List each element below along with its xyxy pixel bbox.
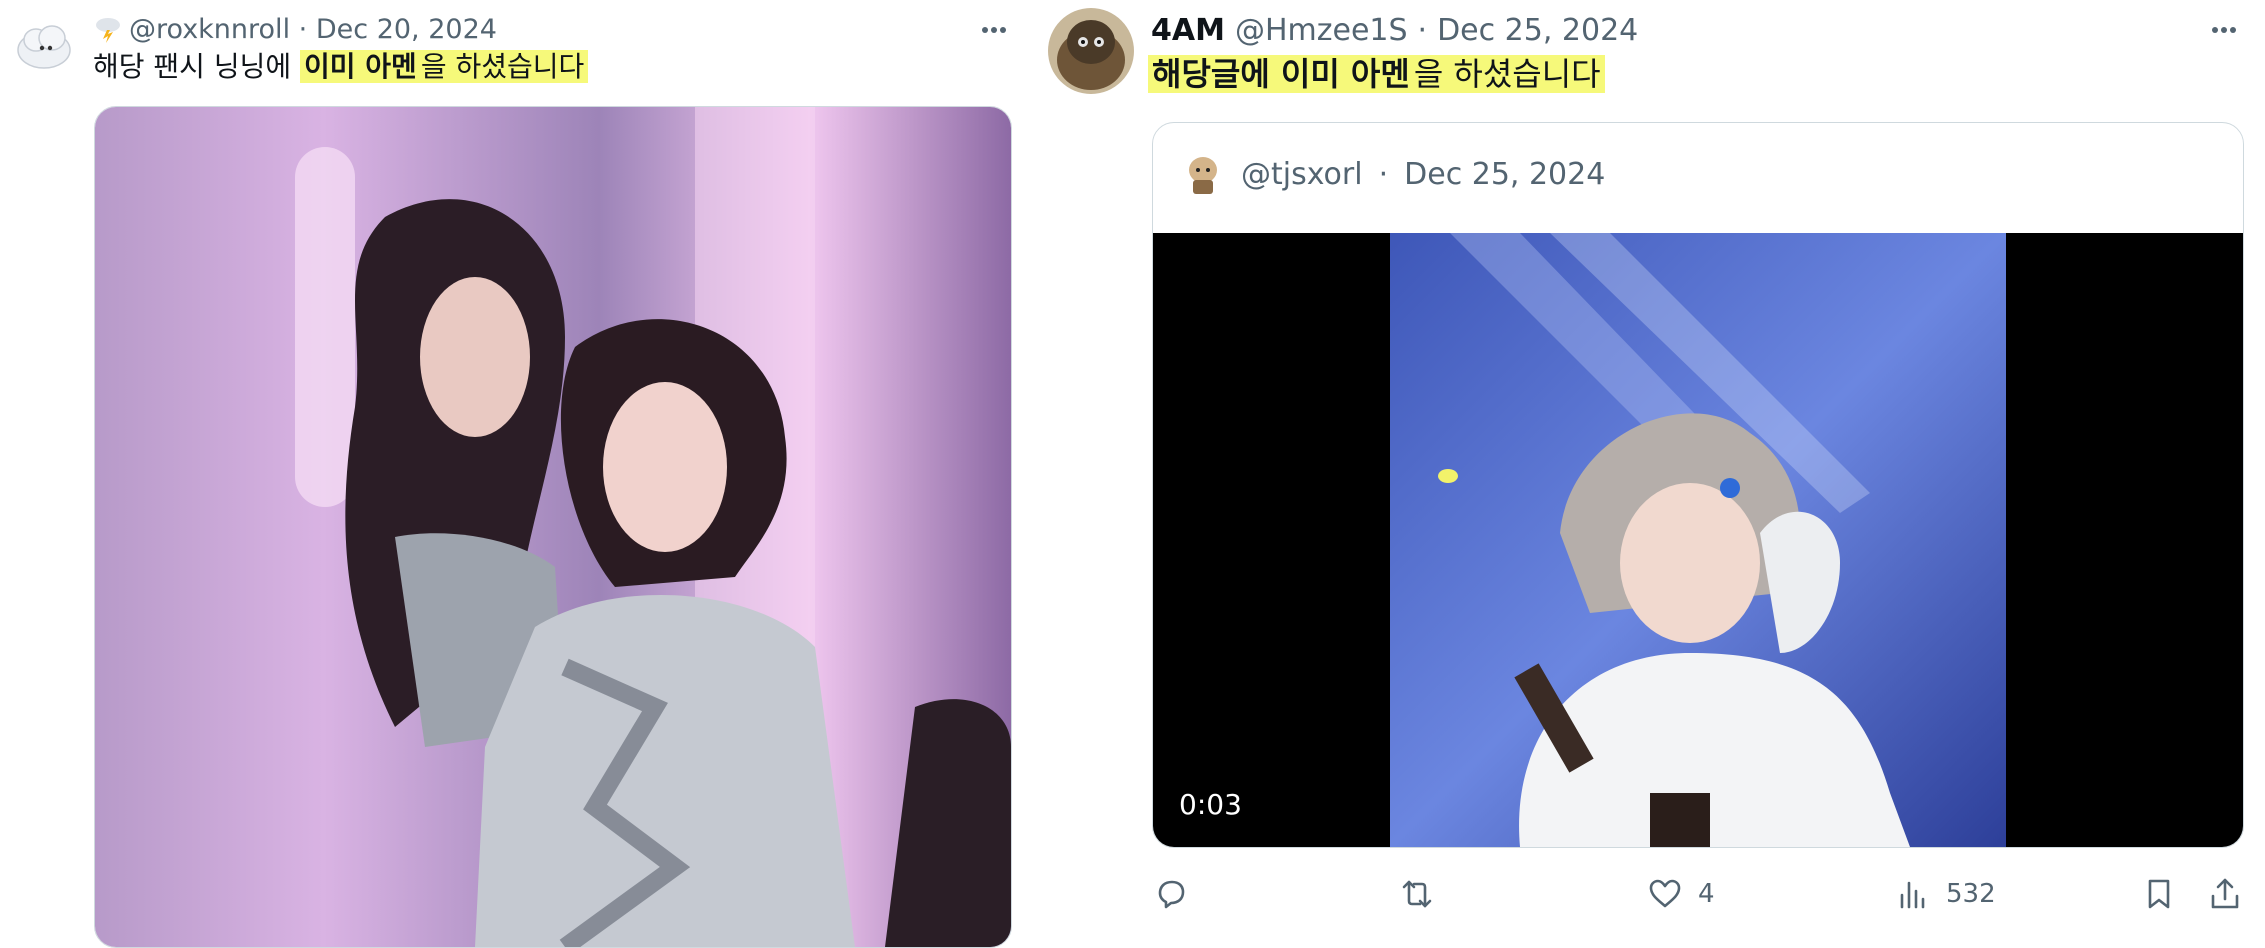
like-count: 4 xyxy=(1698,879,1715,909)
views-icon xyxy=(1900,881,1925,909)
like-button[interactable]: 4 xyxy=(1646,874,1715,914)
tweet-date[interactable]: Dec 20, 2024 xyxy=(316,14,497,45)
tweet-text-after: 을 하셨습니다 xyxy=(420,50,589,83)
share-icon xyxy=(2211,878,2239,909)
avatar[interactable] xyxy=(1048,8,1134,94)
more-icon xyxy=(982,27,1006,33)
more-button[interactable] xyxy=(976,12,1012,48)
video-frame xyxy=(1390,233,2006,847)
quoted-tweet-meta: @tjsxorl · Dec 25, 2024 xyxy=(1181,149,1605,199)
tweet-meta: @roxknnroll · Dec 20, 2024 xyxy=(93,12,497,46)
weather-badge-icon xyxy=(93,14,123,44)
reply-button[interactable] xyxy=(1152,874,1204,914)
more-button[interactable] xyxy=(2206,12,2242,48)
views-count: 532 xyxy=(1946,879,1996,909)
meta-separator: · xyxy=(1378,156,1389,192)
quoted-tweet-date[interactable]: Dec 25, 2024 xyxy=(1404,157,1605,192)
avatar[interactable] xyxy=(16,18,72,74)
avatar[interactable] xyxy=(1181,152,1225,196)
bookmark-icon xyxy=(2148,879,2170,909)
tweet-image[interactable] xyxy=(94,106,1012,948)
retweet-icon xyxy=(1402,880,1432,908)
tweet-text-after: 을 하셨습니다 xyxy=(1413,55,1605,93)
tweet-meta: 4AM @Hmzee1S · Dec 25, 2024 xyxy=(1151,10,1638,50)
meta-separator: · xyxy=(1417,12,1428,48)
quoted-tweet[interactable]: @tjsxorl · Dec 25, 2024 0:03 xyxy=(1152,122,2244,848)
more-icon xyxy=(2212,27,2236,33)
author-handle[interactable]: @Hmzee1S xyxy=(1235,13,1408,48)
tweet-text-plain: 해당 팬시 닝닝에 xyxy=(93,50,301,83)
video-player[interactable]: 0:03 xyxy=(1153,233,2243,847)
tweet-text: 해당 팬시 닝닝에 이미 아멘 을 하셨습니다 xyxy=(93,48,589,86)
author-handle[interactable]: @roxknnroll xyxy=(129,14,290,45)
bookmark-button[interactable] xyxy=(2140,874,2178,914)
meta-separator: · xyxy=(298,13,308,45)
tweet-text-highlight: 이미 아멘 xyxy=(300,50,421,83)
quoted-author-handle[interactable]: @tjsxorl xyxy=(1241,157,1363,192)
tweet-text-highlight: 해당글에 이미 아멘 xyxy=(1148,55,1414,93)
views-button[interactable]: 532 xyxy=(1894,874,1996,914)
like-icon xyxy=(1649,879,1681,908)
tweet-date[interactable]: Dec 25, 2024 xyxy=(1437,13,1638,48)
author-name[interactable]: 4AM xyxy=(1151,13,1225,48)
reply-icon xyxy=(1158,880,1185,909)
share-button[interactable] xyxy=(2206,874,2244,914)
tweet-text: 해당글에 이미 아멘 을 하셨습니다 xyxy=(1148,52,1605,96)
retweet-button[interactable] xyxy=(1398,874,1450,914)
video-timestamp: 0:03 xyxy=(1179,788,1242,821)
